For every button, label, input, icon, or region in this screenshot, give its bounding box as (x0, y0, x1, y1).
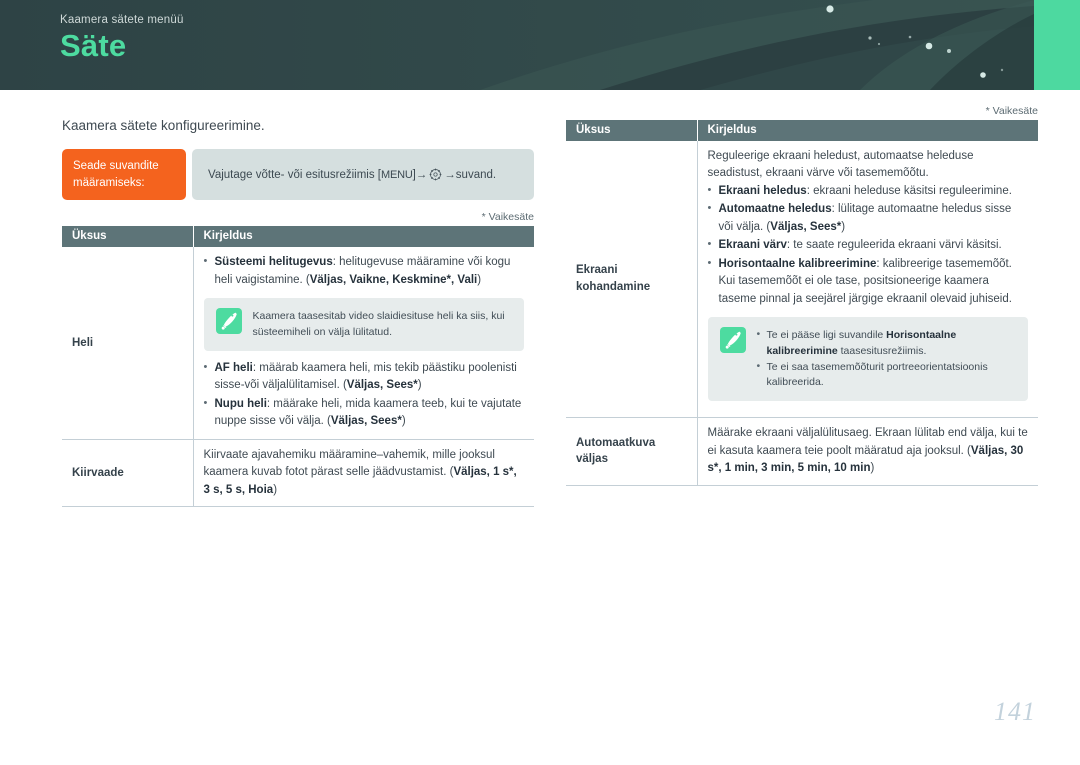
table-row: Heli Süsteemi helitugevus: helitugevuse … (62, 247, 534, 440)
note-text: Kaamera taasesitab video slaidiesituse h… (252, 310, 505, 339)
howto-strip: Seade suvandite määramiseks: Vajutage võ… (62, 149, 534, 201)
list-item: Horisontaalne kalibreerimine: kalibreeri… (708, 255, 1029, 308)
row-desc-heli: Süsteemi helitugevus: helitugevuse määra… (192, 247, 534, 440)
row-item-heli: Heli (62, 247, 193, 440)
note-box: Te ei pääse ligi suvandile Horisontaalne… (707, 317, 1028, 402)
bullet-list-bottom: AF heli: määrab kaamera heli, mis tekib … (204, 359, 525, 431)
bullet-options: Väljas, Sees* (770, 220, 842, 233)
bullet-tail: ) (841, 220, 846, 233)
bullet-options: Väljas, Sees* (330, 415, 402, 428)
row-item-automaatkuva-valjas: Automaatkuva väljas (566, 417, 697, 486)
list-item: Automaatne heledus: lülitage automaatne … (708, 200, 1029, 236)
note-pre: Te ei saa tasememõõturit portreeorientat… (766, 360, 988, 389)
bullet-term: Ekraani värv (718, 239, 787, 252)
settings-table-right: Üksus Kirjeldus Ekraani kohandamine Regu… (566, 120, 1038, 486)
howto-instruction: Vajutage võtte- või esitusrežiimis [MENU… (192, 149, 534, 201)
col-header-item: Üksus (62, 226, 193, 248)
row-desc-ekraani-kohandamine: Reguleerige ekraani heledust, automaatse… (696, 141, 1038, 419)
page-number: 141 (994, 697, 1036, 726)
howto-text-before: Vajutage võtte- või esitusrežiimis [ (208, 168, 381, 181)
bullet-term: Ekraani heledus (718, 184, 807, 197)
list-item: Ekraani heledus: ekraani heleduse käsits… (708, 182, 1029, 200)
note-box: Kaamera taasesitab video slaidiesituse h… (203, 298, 524, 351)
page-title: Säte (60, 28, 127, 63)
row-desc-kiirvaade: Kiirvaate ajavahemiku määramine–vahemik,… (192, 439, 534, 508)
banner-subtitle: Kaamera sätete menüü (60, 14, 184, 26)
left-column: Kaamera sätete konfigureerimine. Seade s… (62, 118, 534, 508)
page-body: Kaamera sätete konfigureerimine. Seade s… (0, 90, 1080, 765)
arrow-right-icon: → (415, 168, 428, 181)
description-text: Kiirvaate ajavahemiku määramine–vahemik,… (204, 447, 525, 499)
desc-before: Kiirvaate ajavahemiku määramine–vahemik,… (203, 448, 495, 479)
bullet-tail: ) (417, 379, 422, 392)
right-column: * Vaikesäte Üksus Kirjeldus Ekraani koha… (566, 94, 1038, 486)
bullet-term: Automaatne heledus (718, 203, 832, 216)
howto-label: Seade suvandite määramiseks: (62, 149, 186, 201)
intro-text: Kaamera sätete konfigureerimine. (62, 118, 265, 133)
row-desc-automaatkuva-valjas: Määrake ekraani väljalülitusaeg. Ekraan … (696, 417, 1038, 486)
bullet-options: Väljas, Vaikne, Keskmine*, Vali (309, 273, 478, 286)
list-item: AF heli: määrab kaamera heli, mis tekib … (204, 359, 525, 395)
description-lead: Reguleerige ekraani heledust, automaatse… (707, 150, 974, 180)
desc-tail: ) (273, 483, 278, 496)
settings-table-left: Üksus Kirjeldus Heli Süsteemi helitugevu… (62, 226, 534, 508)
default-setting-note-left: * Vaikesäte (481, 211, 534, 224)
description-text: Määrake ekraani väljalülitusaeg. Ekraan … (708, 425, 1029, 477)
table-header-row: Üksus Kirjeldus (566, 120, 1038, 141)
row-item-ekraani-kohandamine: Ekraani kohandamine (566, 141, 697, 419)
bullet-text: : te saate reguleerida ekraani värvi käs… (786, 239, 1002, 252)
bullet-term: AF heli (214, 361, 253, 374)
bullet-tail: ) (401, 415, 406, 428)
col-header-description: Kirjeldus (192, 226, 534, 248)
table-row: Kiirvaade Kiirvaate ajavahemiku määramin… (62, 439, 534, 508)
list-item: Nupu heli: määrake heli, mida kaamera te… (204, 395, 525, 431)
row-item-kiirvaade: Kiirvaade (62, 439, 193, 508)
bullet-list-top: Süsteemi helitugevus: helitugevuse määra… (204, 253, 525, 289)
note-pen-icon (215, 308, 242, 335)
table-header-row: Üksus Kirjeldus (62, 226, 534, 248)
note-bullet-list: Te ei pääse ligi suvandile Horisontaalne… (757, 327, 1017, 392)
list-item: Ekraani värv: te saate reguleerida ekraa… (708, 236, 1029, 254)
bullet-term: Nupu heli (214, 397, 267, 410)
arrow-right-icon-2: → (444, 168, 456, 181)
note-text: Te ei pääse ligi suvandile Horisontaalne… (757, 327, 1017, 391)
page-banner: Kaamera sätete menüü Säte (0, 0, 1080, 90)
list-item: Süsteemi helitugevus: helitugevuse määra… (204, 253, 525, 289)
menu-key-label: MENU (381, 168, 413, 181)
howto-text-after: suvand. (455, 168, 497, 181)
bullet-term: Horisontaalne kalibreerimine (718, 257, 877, 270)
note-post: taasesitusrežiimis. (837, 344, 927, 357)
col-header-item: Üksus (566, 120, 697, 141)
col-header-description: Kirjeldus (696, 120, 1038, 141)
note-pen-icon (719, 327, 746, 354)
bullet-term: Süsteemi helitugevus (214, 256, 333, 269)
note-pre: Te ei pääse ligi suvandile (766, 329, 887, 342)
bullet-list: Ekraani heledus: ekraani heleduse käsits… (708, 182, 1029, 308)
list-item: Te ei saa tasememõõturit portreeorientat… (757, 359, 1017, 392)
desc-tail: ) (870, 462, 875, 475)
gear-icon (429, 168, 442, 181)
table-row: Ekraani kohandamine Reguleerige ekraani … (566, 141, 1038, 419)
table-row: Automaatkuva väljas Määrake ekraani välj… (566, 417, 1038, 486)
default-setting-note-right: * Vaikesäte (985, 105, 1038, 117)
bullet-text: : ekraani heleduse käsitsi reguleerimine… (806, 184, 1012, 197)
bullet-tail: ) (477, 273, 482, 286)
list-item: Te ei pääse ligi suvandile Horisontaalne… (757, 327, 1017, 360)
banner-accent-bar (1034, 0, 1080, 90)
bullet-options: Väljas, Sees* (346, 379, 418, 392)
